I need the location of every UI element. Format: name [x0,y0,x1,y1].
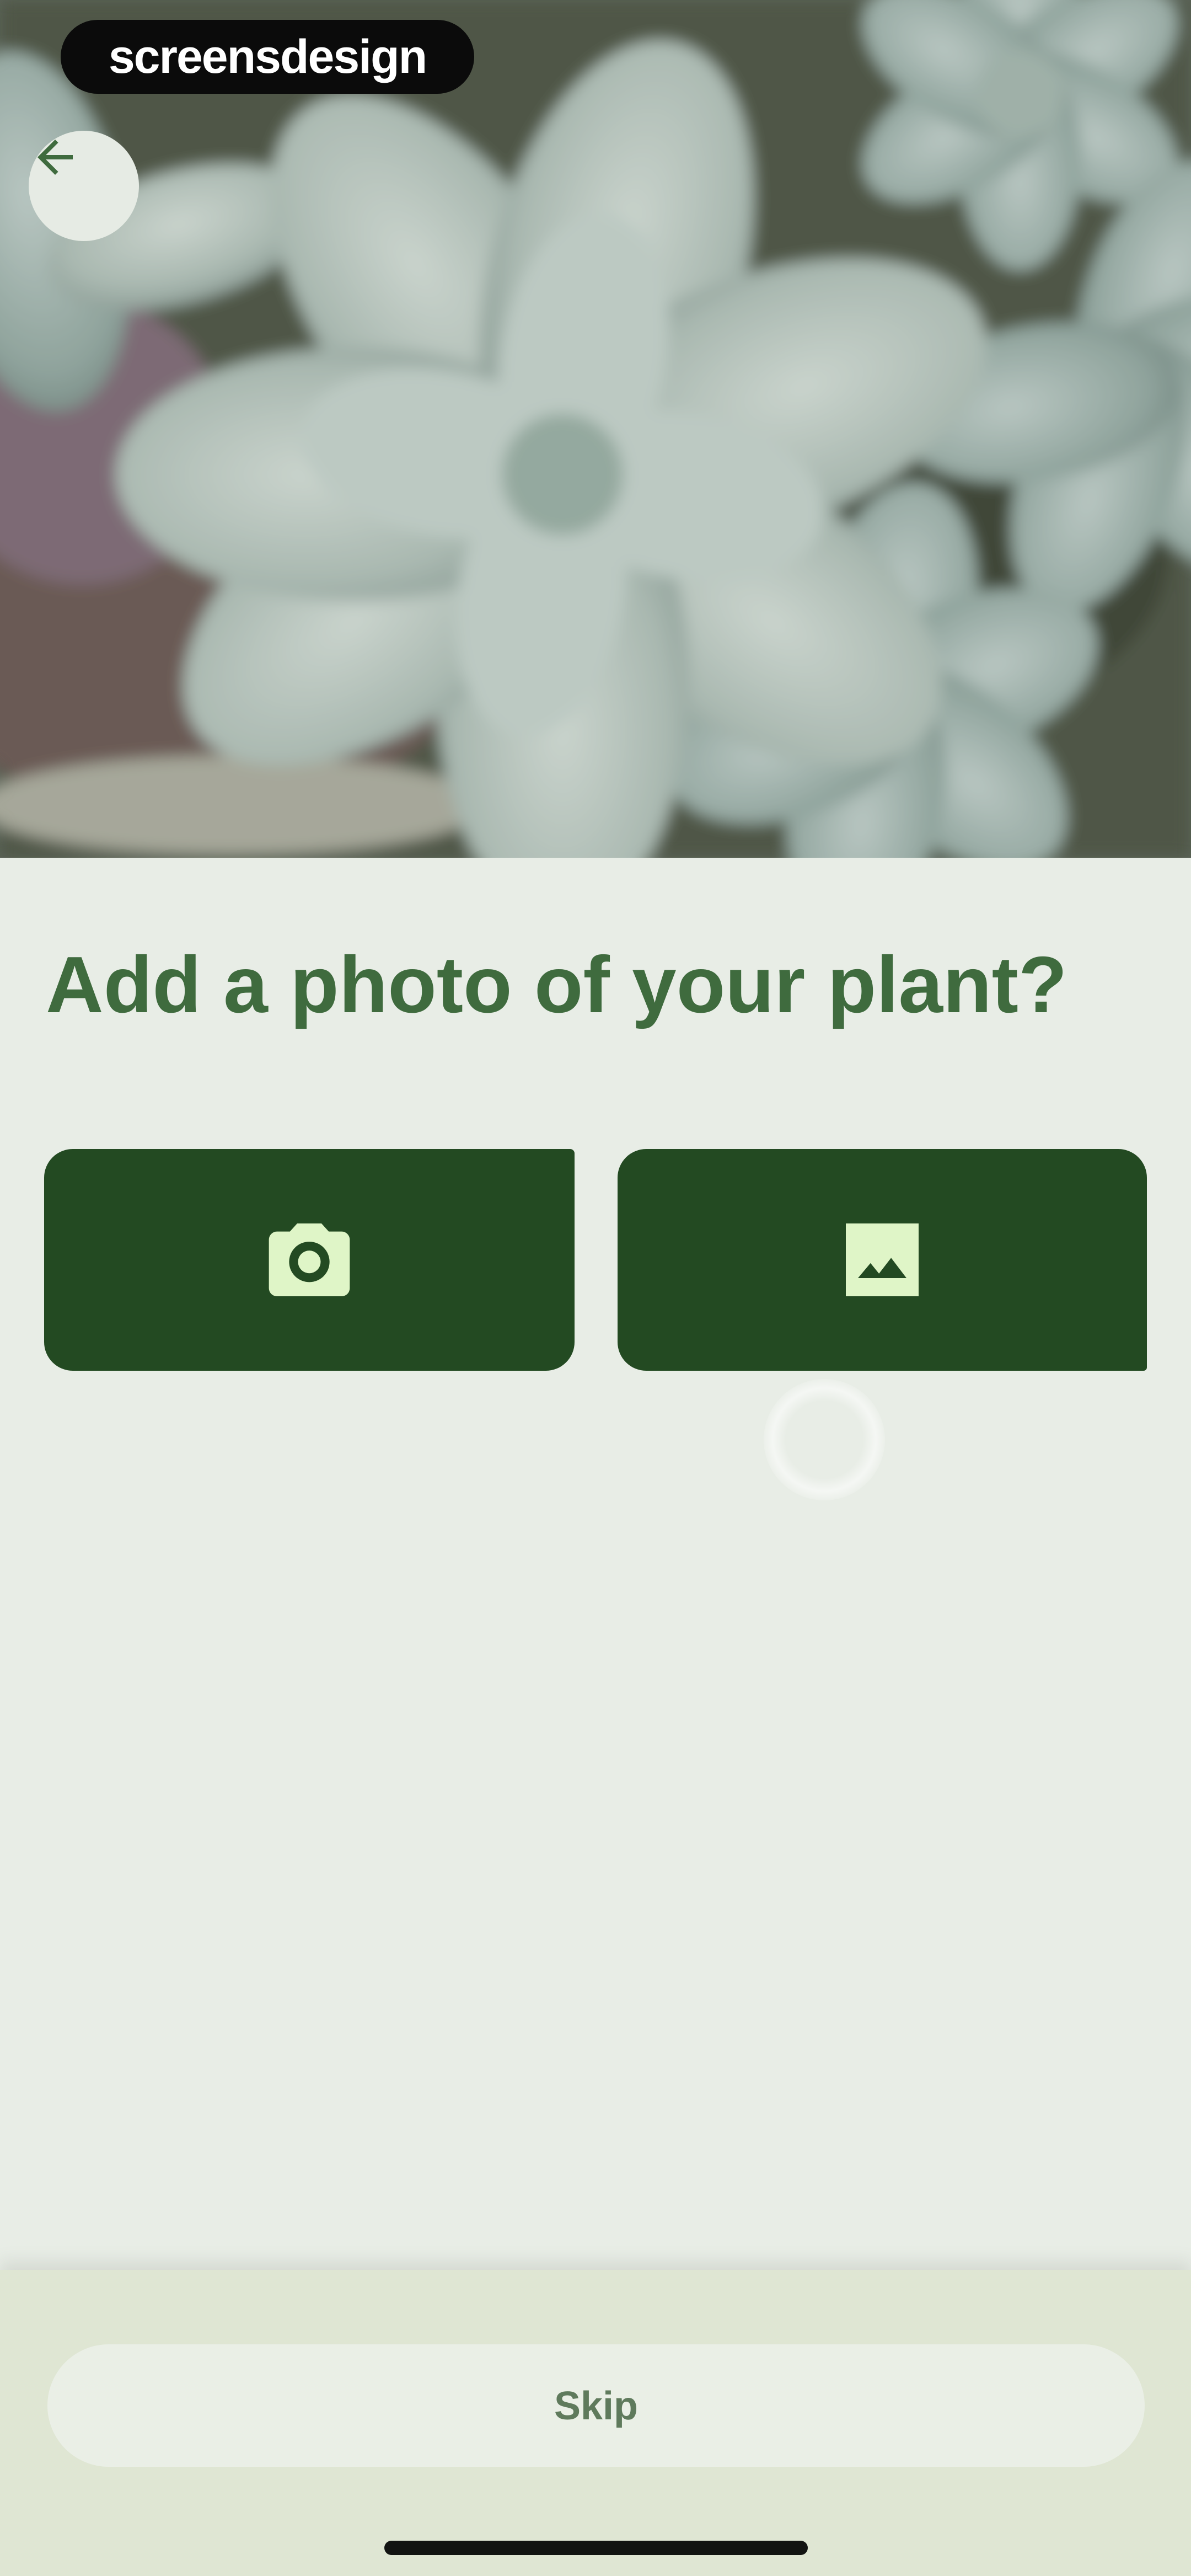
skip-button[interactable]: Skip [47,2344,1145,2467]
page-title: Add a photo of your plant? [46,940,1067,1029]
succulent-photo [0,0,1191,858]
arrow-left-icon [37,140,73,175]
back-button[interactable] [29,131,139,241]
hero-photo: screensdesign [0,0,1191,858]
gallery-button[interactable] [618,1149,1147,1371]
image-icon [846,1223,919,1296]
watermark-logo: screensdesign [61,20,474,94]
touch-ripple [764,1379,885,1500]
home-indicator[interactable] [384,2541,808,2555]
camera-icon [269,1223,350,1296]
camera-button[interactable] [44,1149,575,1371]
